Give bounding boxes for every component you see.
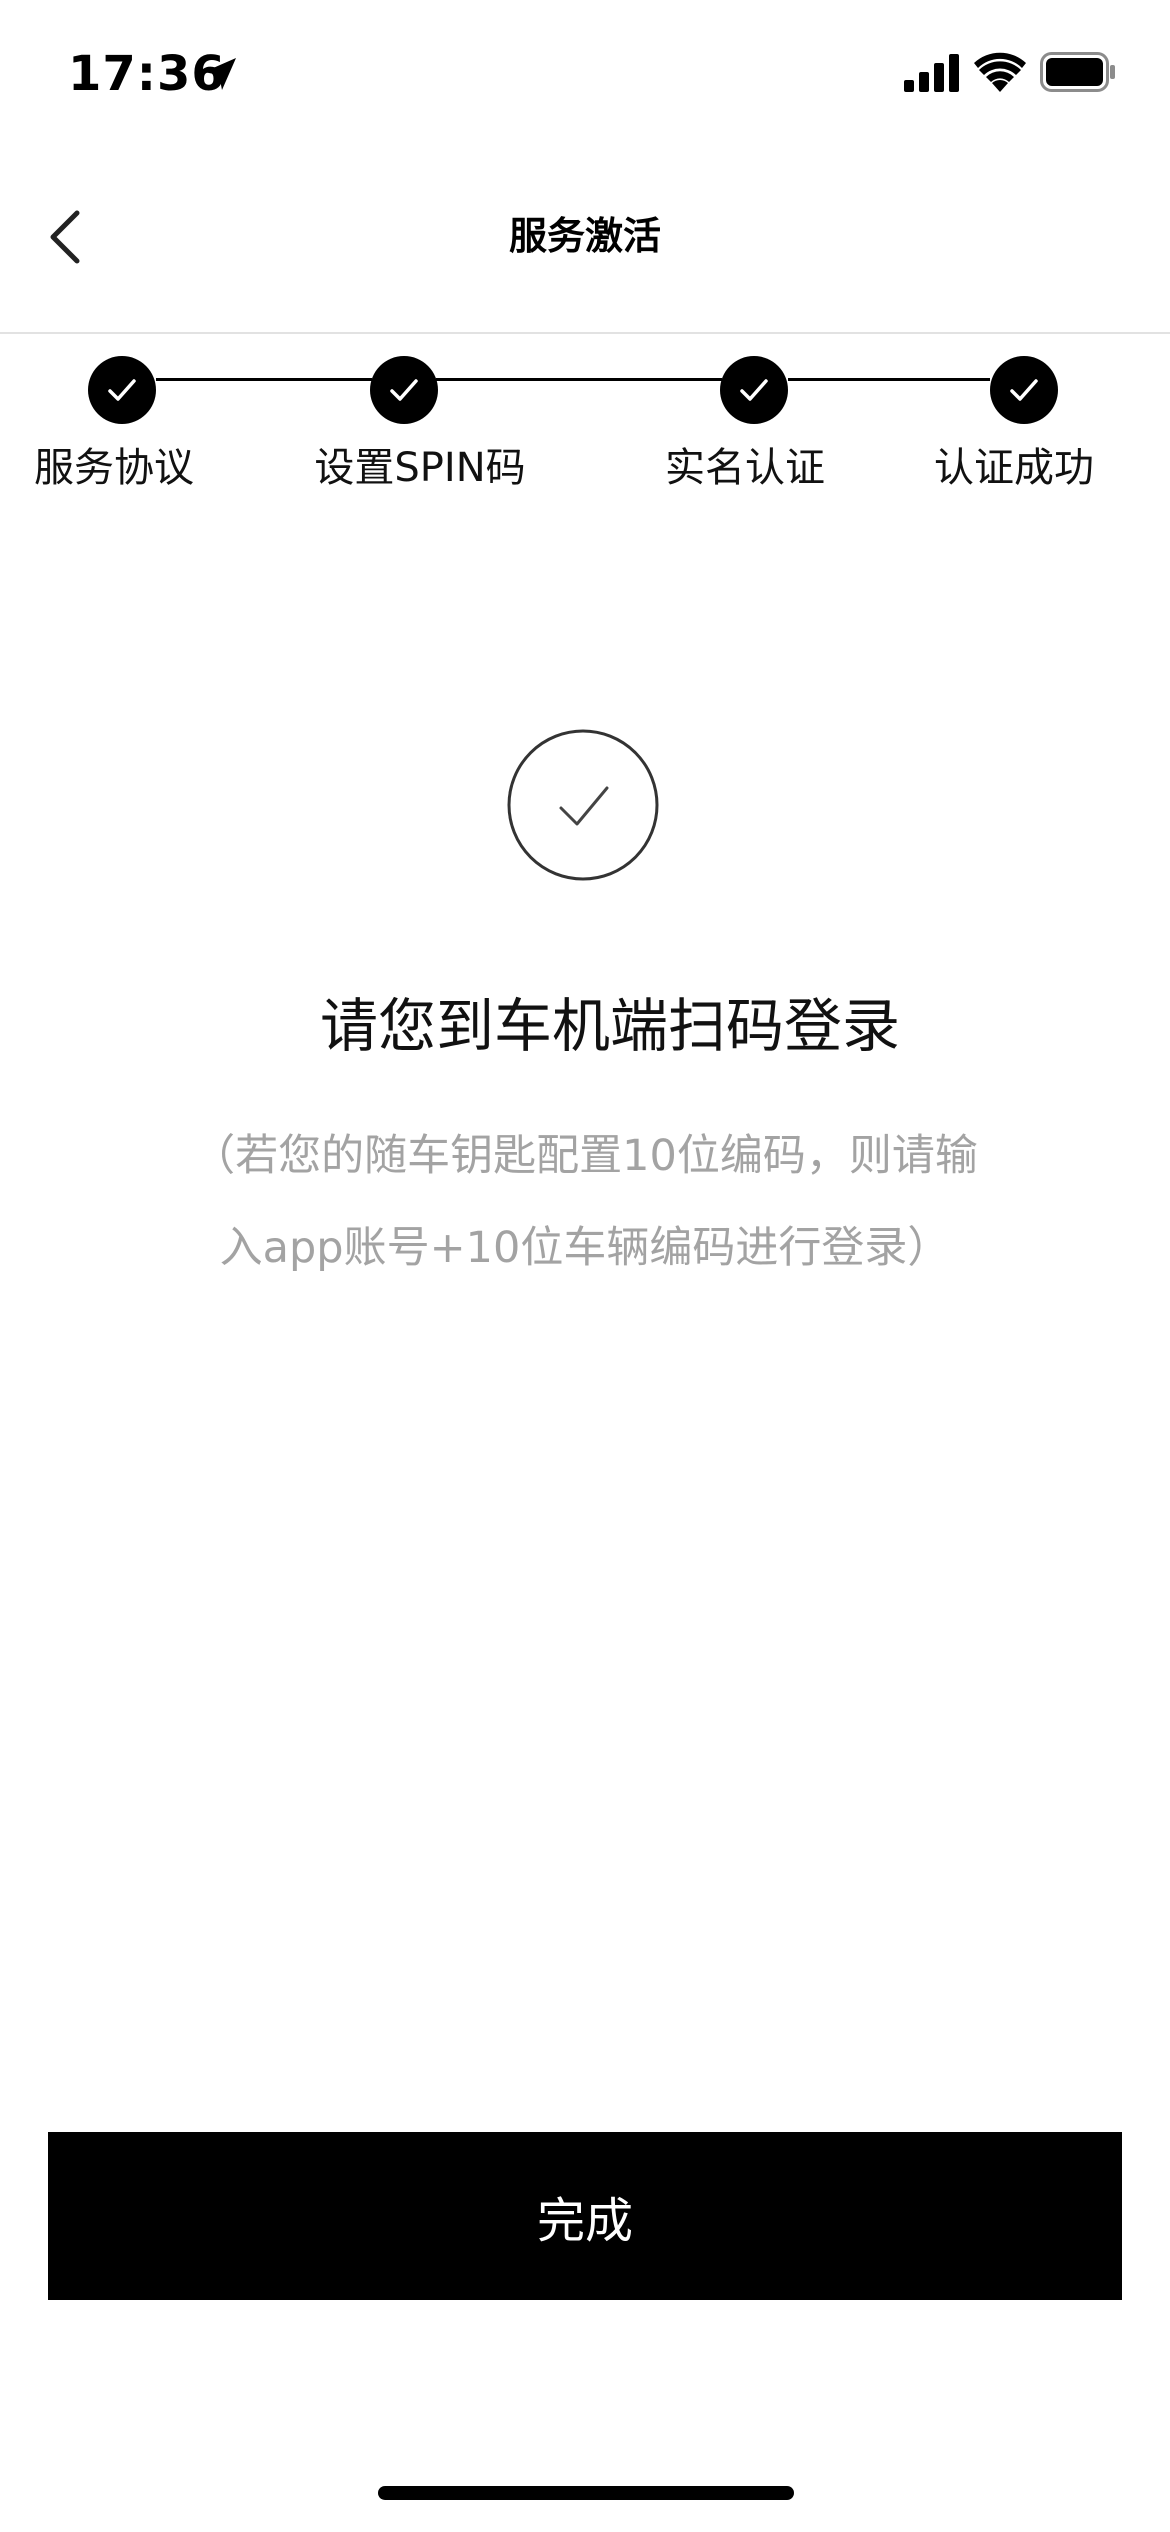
step-check-circle-2 — [370, 356, 438, 424]
progress-stepper: 服务协议 设置SPIN码 实名认证 认证成功 — [0, 334, 1170, 504]
home-indicator[interactable] — [378, 2486, 794, 2500]
nav-bar: 服务激活 — [0, 140, 1170, 334]
wifi-icon — [974, 52, 1026, 92]
login-hint-line-2: 入app账号+10位车辆编码进行登录） — [219, 1223, 951, 1273]
cellular-signal-icon — [904, 54, 959, 92]
step-label-real-name: 实名认证 — [665, 445, 825, 491]
location-arrow-icon — [204, 58, 236, 90]
check-circle-icon — [507, 729, 659, 881]
login-hint: （若您的随车钥匙配置10位编码，则请输 入app账号+10位车辆编码进行登录） — [140, 1110, 1030, 1294]
status-bar: 17:36 — [0, 0, 1170, 140]
page-title: 服务激活 — [508, 214, 661, 258]
step-connector — [436, 378, 722, 381]
step-label-success: 认证成功 — [934, 445, 1094, 491]
step-check-circle-3 — [720, 356, 788, 424]
battery-icon — [1040, 52, 1115, 92]
done-button[interactable]: 完成 — [48, 2132, 1122, 2300]
step-check-circle-1 — [88, 356, 156, 424]
checkmark-icon — [108, 379, 136, 401]
checkmark-icon — [740, 379, 768, 401]
step-label-set-spin: 设置SPIN码 — [314, 445, 526, 491]
checkmark-icon — [390, 379, 418, 401]
step-check-circle-4 — [990, 356, 1058, 424]
step-label-service-agreement: 服务协议 — [34, 445, 194, 491]
step-connector — [788, 378, 990, 381]
step-connector — [156, 378, 372, 381]
login-instruction: 请您到车机端扫码登录 — [319, 992, 900, 1060]
checkmark-icon — [1010, 379, 1038, 401]
login-hint-line-1: （若您的随车钥匙配置10位编码，则请输 — [192, 1131, 978, 1181]
